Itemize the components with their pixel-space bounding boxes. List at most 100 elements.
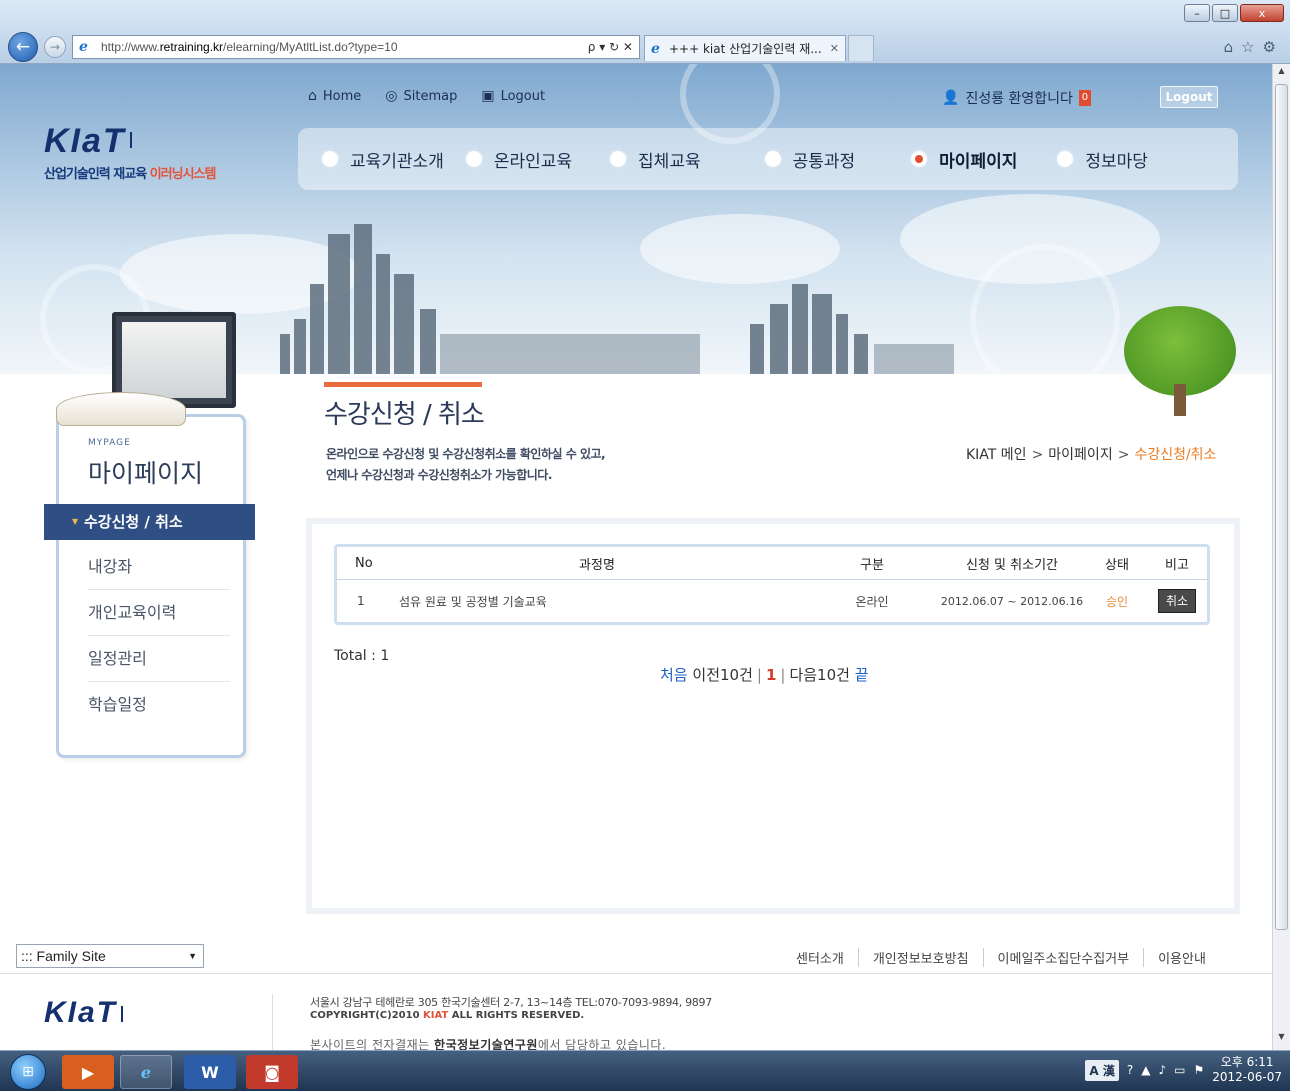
network-icon[interactable]: ▭ <box>1174 1063 1185 1077</box>
back-button[interactable]: ← <box>8 32 38 62</box>
gnb-item-info[interactable]: 정보마당 <box>1055 147 1148 172</box>
gnb-item-institution[interactable]: 교육기관소개 <box>320 147 444 172</box>
forward-button[interactable]: → <box>44 36 66 58</box>
sidebar-item-my-courses[interactable]: 내강좌 <box>88 544 230 590</box>
sidebar-item-study-schedule[interactable]: 학습일정 <box>88 682 230 728</box>
family-site-select[interactable]: ::: Family Site ▼ <box>16 944 204 968</box>
enrollment-table: No 과정명 구분 신청 및 취소기간 상태 비고 1 섬유 원료 및 공정별 … <box>334 544 1210 625</box>
home-icon[interactable]: ⌂ <box>1224 38 1234 56</box>
taskbar-ie-icon[interactable]: e <box>120 1055 172 1089</box>
table-row: 1 섬유 원료 및 공정별 기술교육 온라인 2012.06.07 ~ 2012… <box>337 580 1207 622</box>
logo-small-mark <box>129 132 190 148</box>
gnb-item-online[interactable]: 온라인교육 <box>463 147 572 172</box>
util-home-link[interactable]: ⌂ Home <box>308 88 361 104</box>
ie-page-icon: e <box>79 39 88 55</box>
radio-bullet-icon <box>1055 149 1076 169</box>
tools-gear-icon[interactable]: ⚙ <box>1263 38 1276 56</box>
row-course-name[interactable]: 섬유 원료 및 공정별 기술교육 <box>387 593 807 610</box>
scroll-up-icon[interactable]: ▲ <box>1275 66 1288 82</box>
open-book-illustration <box>56 392 186 426</box>
title-accent-bar <box>324 382 482 387</box>
scroll-down-icon[interactable]: ▼ <box>1275 1032 1288 1048</box>
radio-bullet-icon <box>762 149 783 169</box>
tree-illustration <box>1124 306 1236 396</box>
pager-last[interactable]: 끝 <box>855 666 869 684</box>
flag-icon[interactable]: ⚑ <box>1193 1063 1204 1077</box>
user-icon: 👤 <box>942 90 960 106</box>
footer-link-privacy[interactable]: 개인정보보호방침 <box>857 948 983 967</box>
address-bar[interactable]: e http://www.retraining.kr/elearning/MyA… <box>72 35 640 59</box>
tab-close-icon[interactable]: ✕ <box>830 42 839 55</box>
cancel-enrollment-button[interactable]: 취소 <box>1158 589 1196 613</box>
tree-trunk <box>1174 384 1186 416</box>
radio-bullet-icon <box>463 149 484 169</box>
col-type: 구분 <box>860 557 884 573</box>
row-no: 1 <box>357 594 365 608</box>
util-sitemap-link[interactable]: ◎ Sitemap <box>385 88 457 104</box>
address-tools[interactable]: ρ ▾ ↻ ✕ <box>588 40 633 54</box>
breadcrumb-mypage[interactable]: 마이페이지 <box>1048 447 1112 463</box>
col-note: 비고 <box>1165 557 1189 573</box>
dropdown-arrow-icon: ▼ <box>188 951 197 961</box>
gnb-item-common[interactable]: 공통과정 <box>762 147 855 172</box>
logout-button[interactable]: Logout <box>1160 86 1218 108</box>
footer-links: 센터소개 개인정보보호방침 이메일주소집단수집거부 이용안내 <box>796 948 1220 967</box>
tray-expand-icon[interactable]: ▲ <box>1141 1063 1150 1077</box>
logo-subtitle: 산업기술인력 재교육 이러닝시스템 <box>44 167 216 182</box>
breadcrumb-home[interactable]: KIAT 메인 <box>966 447 1027 463</box>
page-description: 온라인으로 수강신청 및 수강신청취소를 확인하실 수 있고, 언제나 수강신청… <box>326 447 606 482</box>
city-skyline-illustration <box>280 224 954 374</box>
volume-icon[interactable]: ♪ <box>1158 1063 1166 1077</box>
taskbar-app-icon[interactable]: ◙ <box>246 1055 298 1089</box>
scroll-thumb[interactable] <box>1275 84 1288 930</box>
util-logout-link[interactable]: ▣ Logout <box>481 88 545 104</box>
vertical-scrollbar[interactable]: ▲ ▼ <box>1272 64 1290 1050</box>
col-no: No <box>355 555 373 571</box>
forward-arrow-icon: → <box>49 40 61 54</box>
minimize-button[interactable]: – <box>1184 4 1210 22</box>
home-icon: ⌂ <box>308 88 317 104</box>
footer-link-center[interactable]: 센터소개 <box>796 948 858 967</box>
logout-icon: ▣ <box>481 88 495 104</box>
new-tab-button[interactable] <box>848 35 874 61</box>
footer-link-guide[interactable]: 이용안내 <box>1143 948 1220 967</box>
url-text: http://www.retraining.kr/elearning/MyAtl… <box>101 40 398 54</box>
col-status: 상태 <box>1105 557 1129 573</box>
pager-next[interactable]: 다음10건 <box>789 666 850 684</box>
snb-title-english: MYPAGE <box>88 438 131 448</box>
favorites-star-icon[interactable]: ☆ <box>1241 38 1254 56</box>
system-clock[interactable]: 오후 6:11 2012-06-07 <box>1212 1055 1282 1085</box>
radio-bullet-icon <box>608 149 629 169</box>
gnb-item-mypage[interactable]: 마이페이지 <box>909 147 1017 172</box>
sidebar-item-schedule-manage[interactable]: 일정관리 <box>88 636 230 682</box>
ime-indicator[interactable]: A 漢 <box>1085 1059 1119 1081</box>
radio-bullet-icon <box>320 149 340 169</box>
footer-kiat-logo: KIaT <box>44 996 181 1030</box>
row-type: 온라인 <box>855 594 889 609</box>
window-controls: – □ x <box>1182 4 1284 22</box>
page-viewport: KIaT 산업기술인력 재교육 이러닝시스템 ⌂ Home ◎ Sitemap ▣ L… <box>0 64 1272 1050</box>
browser-titlebar: – □ x ← → e http://www.retraining.kr/ele… <box>0 0 1290 64</box>
sidebar-item-enroll-cancel[interactable]: 수강신청 / 취소 <box>44 504 255 540</box>
taskbar-media-player-icon[interactable]: ▶ <box>62 1055 114 1089</box>
close-window-button[interactable]: x <box>1240 4 1284 22</box>
help-icon[interactable]: ? <box>1127 1063 1133 1077</box>
row-status: 승인 <box>1105 594 1129 609</box>
pager-first[interactable]: 처음 <box>660 666 688 684</box>
tab-title: +++ kiat 산업기술인력 재... <box>669 42 822 56</box>
pager-current[interactable]: 1 <box>766 666 776 684</box>
pager-prev[interactable]: 이전10건 <box>692 666 753 684</box>
browser-toolbar-right: ⌂ ☆ ⚙ <box>1224 38 1276 56</box>
total-count: Total : 1 <box>334 648 390 664</box>
maximize-button[interactable]: □ <box>1212 4 1238 22</box>
start-button[interactable]: ⊞ <box>10 1054 46 1090</box>
windows-taskbar: ⊞ ▶ e W ◙ A 漢 ? ▲ ♪ ▭ ⚑ 오후 6:11 2012-06-… <box>0 1050 1290 1091</box>
gnb-item-group[interactable]: 집체교육 <box>608 147 701 172</box>
sidebar-item-history[interactable]: 개인교육이력 <box>88 590 230 636</box>
kiat-logo[interactable]: KIaT 산업기술인력 재교육 이러닝시스템 <box>44 122 216 182</box>
back-arrow-icon: ← <box>15 37 31 57</box>
message-count-badge[interactable]: 0 <box>1078 90 1091 106</box>
browser-tab[interactable]: e +++ kiat 산업기술인력 재... ✕ <box>644 35 846 61</box>
footer-link-email-refuse[interactable]: 이메일주소집단수집거부 <box>982 948 1144 967</box>
taskbar-word-icon[interactable]: W <box>184 1055 236 1089</box>
